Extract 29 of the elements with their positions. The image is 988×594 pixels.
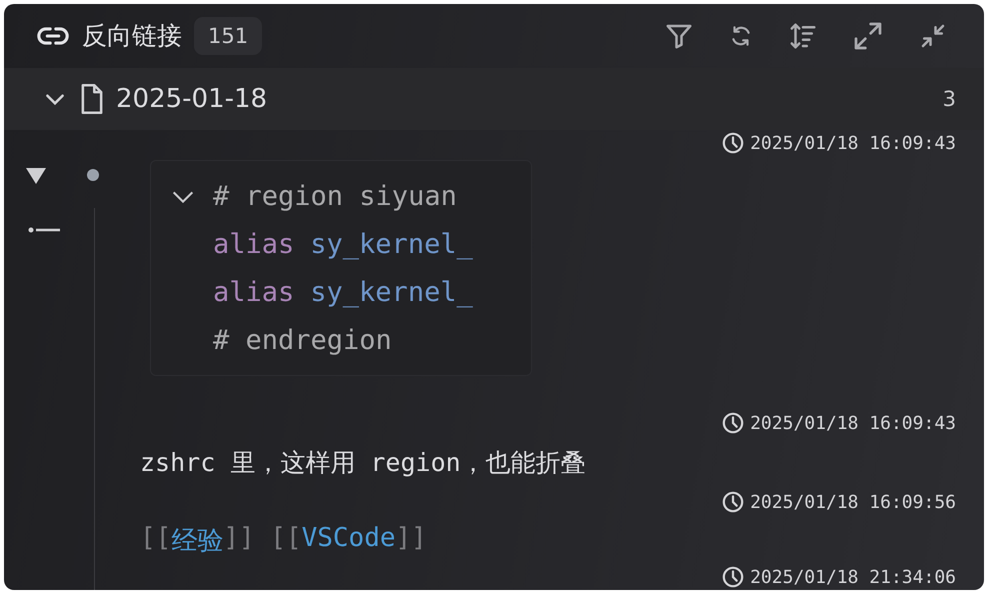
timestamp: 2025/01/18 16:09:43 [750, 412, 956, 434]
link[interactable]: VSCode [302, 523, 396, 558]
code-token: # region siyuan [213, 180, 457, 214]
code-token: sy_kernel_ [310, 228, 473, 262]
code-token: sy_kernel_ [310, 276, 473, 310]
clock-icon [722, 132, 744, 154]
sort-icon[interactable] [788, 20, 818, 51]
code-token: alias [213, 276, 294, 310]
expand-icon[interactable] [852, 20, 884, 52]
triangle-icon[interactable] [26, 168, 46, 184]
clock-icon [722, 491, 744, 513]
line-marker-icon [28, 226, 60, 234]
link[interactable]: 经验 [171, 523, 224, 558]
bullet-icon[interactable] [87, 169, 99, 181]
clock-icon [722, 412, 744, 434]
bracket-text: ]] [396, 523, 427, 555]
file-name: 2025-01-18 [116, 84, 268, 114]
clock-icon [722, 566, 744, 588]
timestamp: 2025/01/18 21:34:06 [750, 566, 956, 588]
bracket-text: ]] [[ [223, 523, 302, 555]
paragraph: zshrc 里，这样用 region，也能折叠 [140, 447, 587, 479]
timestamp: 2025/01/18 16:09:56 [750, 492, 956, 512]
code-token: # endregion [213, 324, 392, 358]
count-badge: 151 [194, 16, 262, 55]
panel-title: 反向链接 [82, 20, 182, 52]
code-token: alias [213, 228, 294, 262]
bracket-text: [[ [140, 523, 172, 555]
reference-count: 3 [942, 86, 956, 111]
timestamp: 2025/01/18 16:09:43 [750, 132, 956, 154]
